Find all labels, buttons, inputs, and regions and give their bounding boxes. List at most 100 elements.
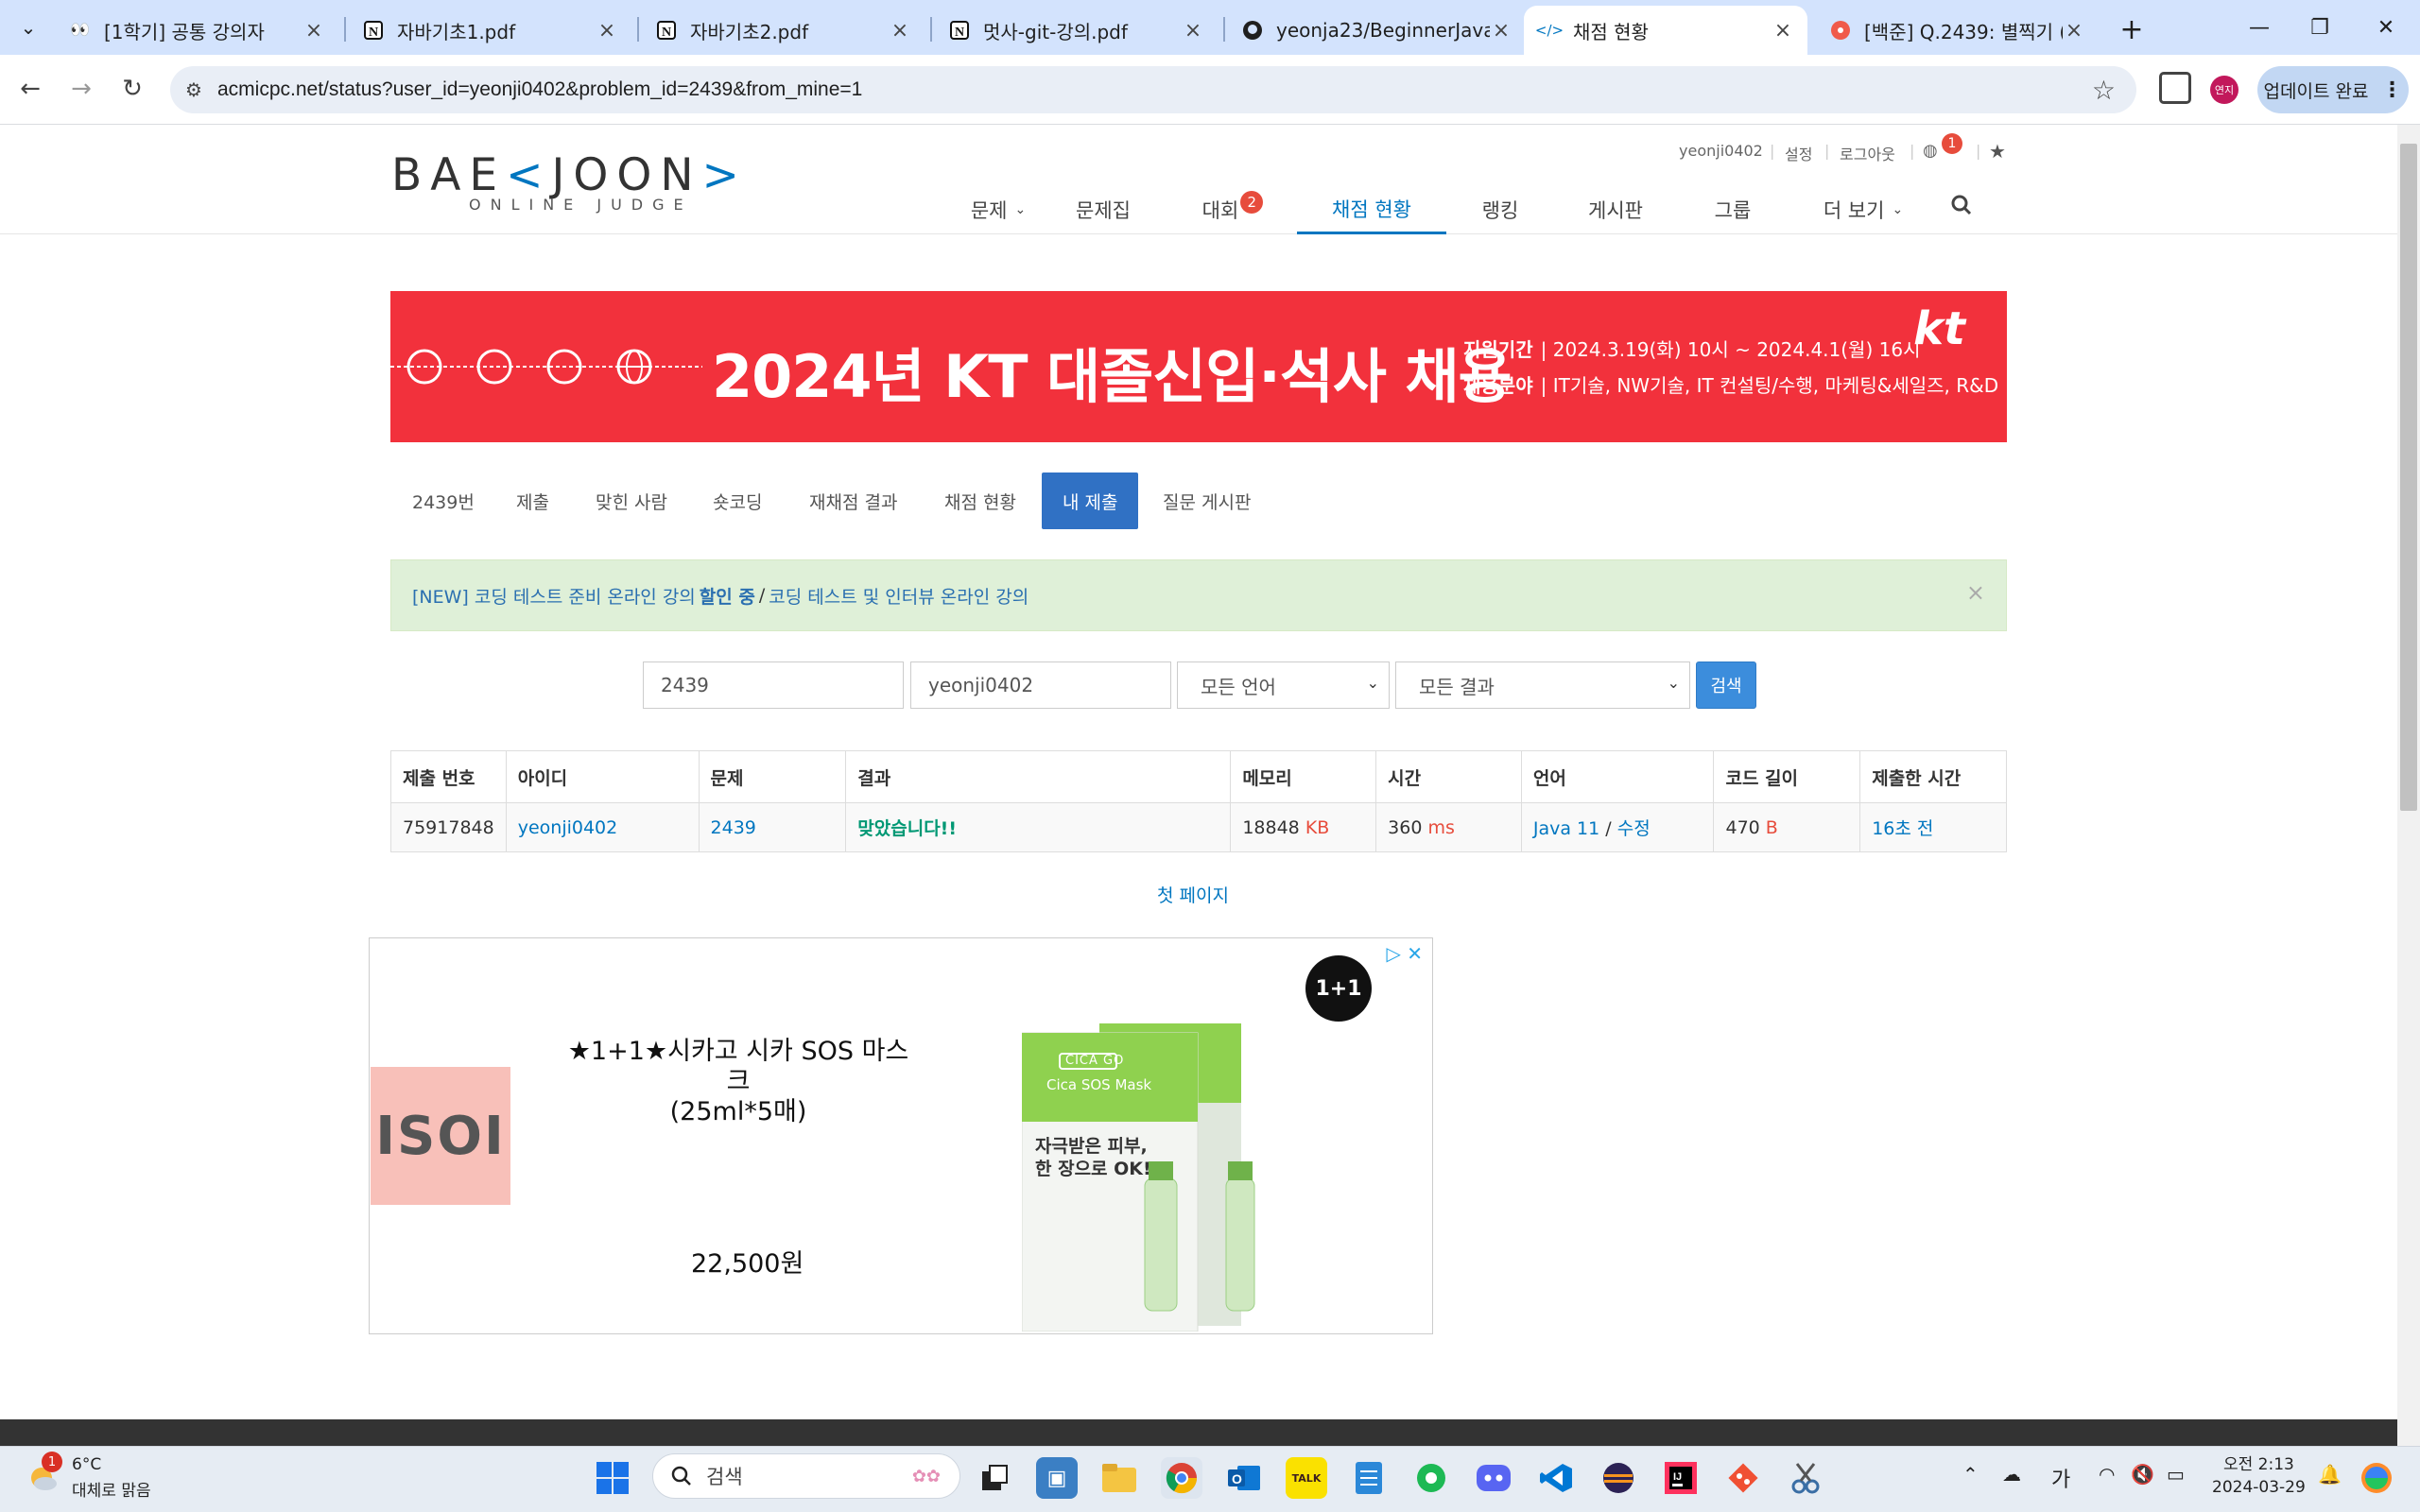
minimize-button[interactable]: — <box>2231 8 2288 47</box>
address-bar[interactable]: ⚙ acmicpc.net/status?user_id=yeonji0402&… <box>170 66 2136 113</box>
wifi-icon[interactable]: ◠ <box>2099 1463 2115 1486</box>
period-label: 지원기간 <box>1463 338 1533 361</box>
ime-indicator[interactable]: 가 <box>2051 1463 2070 1493</box>
notification-bell-icon[interactable]: 🔔 <box>2318 1463 2342 1486</box>
discord-icon[interactable] <box>1473 1457 1514 1499</box>
nav-problem[interactable]: 문제 ⌄ <box>957 185 1040 234</box>
task-view-icon[interactable] <box>974 1457 1015 1499</box>
intellij-icon[interactable]: IJ <box>1660 1457 1702 1499</box>
promo-link[interactable]: [NEW] 코딩 테스트 준비 온라인 강의 <box>412 583 696 609</box>
nav-more[interactable]: 더 보기 ⌄ <box>1815 185 1911 234</box>
vscode-icon[interactable] <box>1535 1457 1577 1499</box>
nav-workbook[interactable]: 문제집 <box>1066 185 1140 234</box>
notepad-icon[interactable] <box>1348 1457 1390 1499</box>
globe-icon[interactable]: ◍ <box>1923 141 1938 161</box>
tab-close-icon[interactable]: × <box>889 19 911 43</box>
username-link[interactable]: yeonji0402 <box>1679 142 1763 160</box>
problem-id-input[interactable]: 2439 <box>643 662 904 709</box>
tab-close-icon[interactable]: × <box>1182 19 1204 43</box>
tab-search-dropdown-icon[interactable]: ⌄ <box>9 9 47 45</box>
promo-link-2[interactable]: 코딩 테스트 및 인터뷰 온라인 강의 <box>769 583 1028 609</box>
browser-tab[interactable]: N 자바기초2.pdf × <box>641 6 925 55</box>
restore-button[interactable]: ❐ <box>2291 8 2348 47</box>
copilot-icon[interactable] <box>2358 1459 2395 1497</box>
browser-tab-active[interactable]: </> 채점 현황 × <box>1524 6 1807 55</box>
tab-close-icon[interactable]: × <box>2063 19 2085 43</box>
side-panel-icon[interactable] <box>2159 72 2191 104</box>
menu-problem-number[interactable]: 2439번 <box>391 472 495 529</box>
problem-link[interactable]: 2439 <box>711 817 756 838</box>
search-button[interactable]: 검색 <box>1696 662 1756 709</box>
tab-close-icon[interactable]: × <box>596 19 618 43</box>
system-clock[interactable]: 오전 2:13 2024-03-29 <box>2212 1453 2306 1499</box>
snipping-tool-icon[interactable] <box>1785 1457 1826 1499</box>
menu-qna-board[interactable]: 질문 게시판 <box>1142 472 1271 529</box>
windows-start-icon[interactable] <box>592 1457 633 1499</box>
reload-button[interactable]: ↻ <box>112 68 153 110</box>
scrollbar-thumb[interactable] <box>2400 144 2417 811</box>
outlook-icon[interactable]: O <box>1223 1457 1265 1499</box>
tab-close-icon[interactable]: × <box>302 19 325 43</box>
bookmark-star-icon[interactable]: ☆ <box>2092 75 2116 106</box>
promo-bold[interactable]: 할인 중 <box>700 583 755 609</box>
user-id-input[interactable]: yeonji0402 <box>910 662 1171 709</box>
nav-ranking[interactable]: 랭킹 <box>1473 185 1528 234</box>
chevron-up-icon[interactable]: ⌃ <box>1962 1463 1979 1486</box>
back-button[interactable]: ← <box>9 68 51 110</box>
phone-link-icon[interactable] <box>1410 1457 1452 1499</box>
tab-close-icon[interactable]: × <box>1772 19 1794 43</box>
update-button[interactable]: 업데이트 완료 ⋮ <box>2257 66 2409 113</box>
file-explorer-icon[interactable] <box>1098 1457 1140 1499</box>
kt-recruit-banner[interactable]: 2024년 KT 대졸신입·석사 채용 지원기간 | 2024.3.19(화) 1… <box>390 291 2007 442</box>
adchoices-icon[interactable]: ▷ ✕ <box>1387 942 1424 965</box>
nav-contest[interactable]: 대회 2 <box>1195 185 1270 234</box>
settings-link[interactable]: 설정 <box>1785 142 1812 164</box>
result-select[interactable]: 모든 결과 ⌄ <box>1395 662 1690 709</box>
browser-tab[interactable]: 👀 [1학기] 공통 강의자 × <box>55 6 338 55</box>
taskbar-search[interactable]: 검색 ✿✿ <box>652 1453 960 1499</box>
star-icon[interactable]: ★ <box>1989 140 2006 163</box>
chrome-icon[interactable] <box>1161 1457 1202 1499</box>
tab-close-icon[interactable]: × <box>1490 19 1512 43</box>
svg-text:N: N <box>662 26 671 40</box>
menu-submit[interactable]: 제출 <box>495 472 570 529</box>
nav-board[interactable]: 게시판 <box>1581 185 1651 234</box>
menu-solved-users[interactable]: 맞힌 사람 <box>575 472 688 529</box>
menu-status[interactable]: 채점 현황 <box>924 472 1037 529</box>
profile-avatar[interactable]: 연지 <box>2210 76 2238 104</box>
clock-time: 오전 2:13 <box>2222 1455 2294 1474</box>
logout-link[interactable]: 로그아웃 <box>1840 142 1895 164</box>
speaker-muted-icon[interactable]: 🔇 <box>2131 1463 2154 1486</box>
forward-button[interactable]: → <box>60 68 102 110</box>
language-select[interactable]: 모든 언어 ⌄ <box>1177 662 1390 709</box>
edit-link[interactable]: 수정 <box>1617 818 1651 839</box>
eclipse-icon[interactable] <box>1598 1457 1639 1499</box>
cloud-sync-icon[interactable]: ☁ <box>2002 1463 2021 1486</box>
git-icon[interactable] <box>1722 1457 1764 1499</box>
advertisement[interactable]: ISOI ★1+1★시카고 시카 SOS 마스크 (25ml*5매) 22,50… <box>369 937 1433 1334</box>
menu-rejudge[interactable]: 재채점 결과 <box>788 472 918 529</box>
browser-tab[interactable]: yeonja23/BeginnerJava: × <box>1227 6 1526 55</box>
nav-group[interactable]: 그룹 <box>1707 185 1758 234</box>
first-page-link[interactable]: 첫 페이지 <box>1157 882 1229 907</box>
browser-tab[interactable]: N 자바기초1.pdf × <box>348 6 631 55</box>
browser-tab[interactable]: [백준] Q.2439: 별찍기 (5 × <box>1815 6 2099 55</box>
baekjoon-logo[interactable]: BAE<JOON> <box>391 149 748 201</box>
submitted-time-link[interactable]: 16초 전 <box>1872 818 1933 839</box>
tab-divider <box>637 17 639 42</box>
kakaotalk-icon[interactable]: TALK <box>1286 1457 1327 1499</box>
menu-my-submissions[interactable]: 내 제출 <box>1042 472 1139 529</box>
language-link[interactable]: Java 11 <box>1533 818 1599 839</box>
photos-icon[interactable]: ▣ <box>1036 1457 1078 1499</box>
search-icon[interactable] <box>1951 195 1972 215</box>
battery-icon[interactable]: ▭ <box>2167 1463 2185 1486</box>
user-link[interactable]: yeonji0402 <box>518 817 618 838</box>
close-window-button[interactable]: ✕ <box>2358 8 2414 47</box>
close-icon[interactable]: × <box>1966 579 1985 606</box>
site-info-icon[interactable]: ⚙ <box>170 78 217 101</box>
nav-status[interactable]: 채점 현황 <box>1297 185 1446 234</box>
new-tab-button[interactable]: + <box>2114 11 2150 47</box>
tab-title: 자바기초1.pdf <box>397 20 516 43</box>
menu-short-coding[interactable]: 숏코딩 <box>692 472 783 529</box>
browser-tab[interactable]: N 멋사-git-강의.pdf × <box>934 6 1218 55</box>
